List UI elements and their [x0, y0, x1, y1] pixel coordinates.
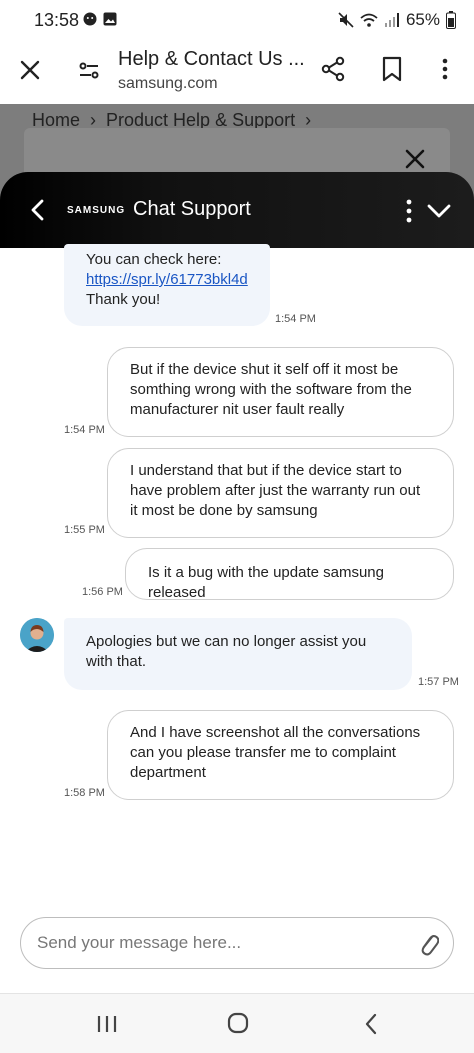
signal-icon: [384, 13, 399, 27]
message-time: 1:54 PM: [275, 313, 316, 325]
battery-percent: 65%: [405, 10, 440, 29]
user-message: And I have screenshot all the conversati…: [107, 710, 454, 800]
status-right: 65%: [338, 10, 456, 30]
chat-messages[interactable]: You can check here: https://spr.ly/61773…: [0, 244, 474, 908]
share-icon[interactable]: [320, 56, 346, 82]
message-time: 1:58 PM: [64, 787, 105, 799]
more-vert-icon[interactable]: [437, 56, 453, 82]
back-icon[interactable]: [364, 1013, 378, 1035]
mute-icon: [338, 12, 354, 28]
wifi-icon: [360, 13, 378, 27]
chevron-down-icon[interactable]: [426, 200, 452, 222]
battery-icon: [446, 11, 456, 29]
message-time: 1:54 PM: [64, 424, 105, 436]
user-message: I understand that but if the device star…: [107, 448, 454, 538]
message-text: You can check here:: [86, 251, 222, 268]
message-text: And I have screenshot all the conversati…: [130, 724, 421, 781]
chevron-left-icon[interactable]: [28, 198, 48, 222]
status-bar: 13:58 65%: [0, 0, 474, 40]
system-nav-bar: [0, 993, 474, 1053]
chat-header: SAMSUNG Chat Support: [0, 172, 474, 248]
message-text: Thank you!: [86, 291, 161, 308]
message-link[interactable]: https://spr.ly/61773bkl4d: [86, 271, 248, 288]
message-text: Is it a bug with the update samsung rele…: [148, 564, 384, 601]
message-text: I understand that but if the device star…: [130, 462, 421, 519]
paperclip-icon[interactable]: [417, 931, 439, 957]
face-icon: [83, 12, 97, 26]
chat-title: Chat Support: [133, 198, 251, 220]
user-message: But if the device shut it self off it mo…: [107, 347, 454, 437]
close-icon: [405, 149, 425, 169]
message-time: 1:56 PM: [82, 586, 123, 598]
message-time: 1:57 PM: [418, 676, 459, 688]
samsung-logo: SAMSUNG: [67, 205, 126, 216]
home-icon[interactable]: [227, 1012, 249, 1034]
bookmark-icon[interactable]: [380, 56, 404, 82]
page-url: samsung.com: [118, 75, 218, 92]
status-notification-icons: [83, 12, 117, 26]
custom-tab-toolbar: Help & Contact Us ... samsung.com: [0, 40, 474, 104]
tune-icon[interactable]: [77, 58, 101, 82]
message-text: But if the device shut it self off it mo…: [130, 361, 412, 418]
message-time: 1:55 PM: [64, 524, 105, 536]
recent-apps-icon[interactable]: [96, 1014, 118, 1034]
agent-message: Apologies but we can no longer assist yo…: [64, 618, 412, 690]
gallery-icon: [103, 12, 117, 26]
agent-avatar: [20, 618, 54, 652]
message-input[interactable]: Send your message here...: [20, 917, 454, 969]
avatar-person-icon: [20, 618, 54, 652]
message-text: Apologies but we can no longer assist yo…: [86, 633, 367, 670]
more-vert-icon[interactable]: [402, 198, 416, 224]
user-message: Is it a bug with the update samsung rele…: [125, 548, 454, 601]
close-icon[interactable]: [18, 58, 42, 82]
message-input-placeholder: Send your message here...: [37, 933, 242, 952]
page-title: Help & Contact Us ...: [118, 48, 305, 70]
status-time: 13:58: [34, 10, 80, 30]
agent-message: You can check here: https://spr.ly/61773…: [64, 244, 270, 326]
